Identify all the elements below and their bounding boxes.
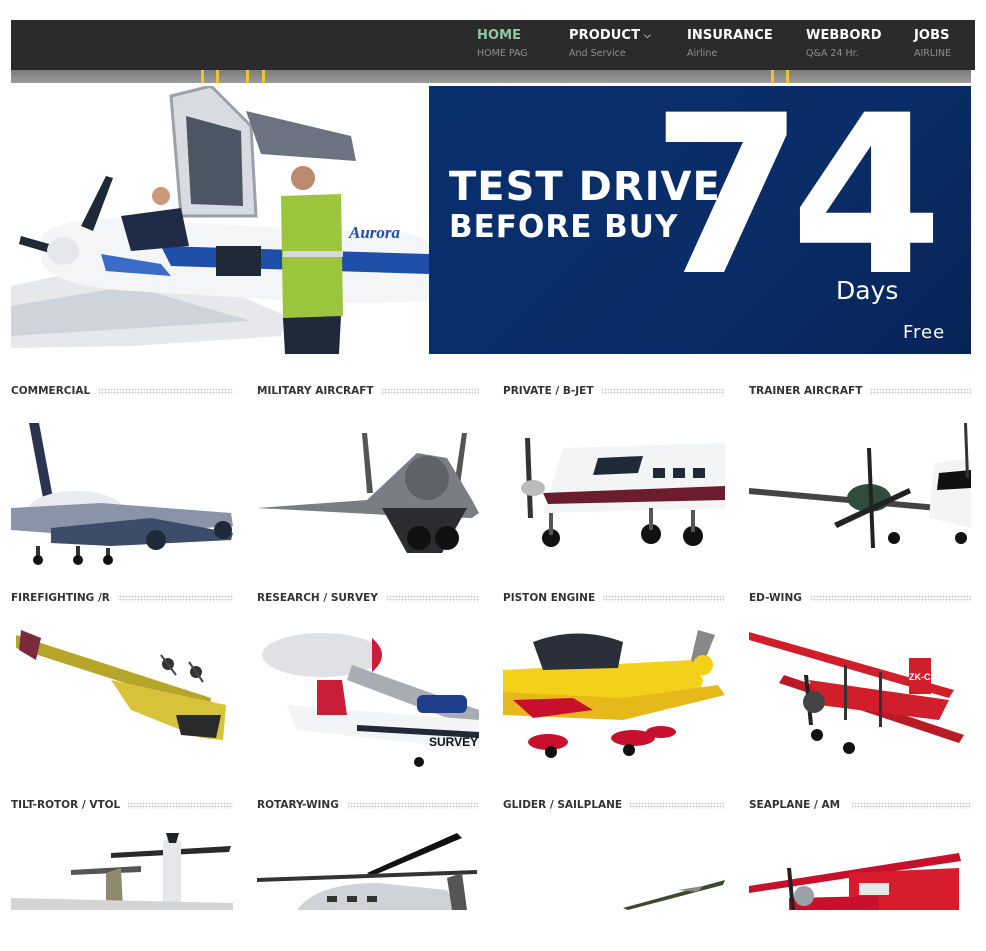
fighter-jet-icon[interactable] xyxy=(257,418,479,566)
nav-insurance-label: INSURANCE xyxy=(687,28,773,43)
nav-item-product[interactable]: PRODUCT ⌵ And Service xyxy=(569,28,651,59)
trainer-plane-icon[interactable] xyxy=(749,418,971,566)
nav-webbord-label: WEBBORD xyxy=(806,28,882,43)
category-edwing-label[interactable]: ED-WING xyxy=(749,592,971,606)
category-military-label[interactable]: MILITARY AIRCRAFT xyxy=(257,385,479,399)
hero-free-label: Free xyxy=(903,322,946,343)
survey-plane-icon[interactable]: SURVEY xyxy=(257,620,479,768)
category-seaplane-label[interactable]: SEAPLANE / AM xyxy=(749,799,971,813)
hangar-strip-image xyxy=(11,70,971,83)
chevron-down-icon: ⌵ xyxy=(644,31,651,41)
category-trainer-label[interactable]: TRAINER AIRCRAFT xyxy=(749,385,971,399)
survey-text: SURVEY xyxy=(429,735,478,749)
biplane-icon[interactable]: ZK-CAT xyxy=(749,620,971,768)
nav-item-home[interactable]: HOME HOME PAG xyxy=(477,28,528,59)
helicopter-icon[interactable] xyxy=(257,828,479,910)
private-plane-icon[interactable] xyxy=(503,418,725,566)
piston-plane-icon[interactable] xyxy=(503,620,725,768)
hero-aircraft-image: Aurora xyxy=(11,86,429,354)
registration-text: ZK-CAT xyxy=(909,672,942,682)
firefighting-plane-icon[interactable] xyxy=(11,620,233,768)
hero-promo-panel: TEST DRIVE BEFORE BUY 74 Days Free xyxy=(429,86,971,354)
nav-jobs-sub: AIRLINE xyxy=(914,48,952,59)
nav-insurance-sub: Airline xyxy=(687,48,718,59)
category-rotary-label[interactable]: ROTARY-WING xyxy=(257,799,479,813)
category-piston-label[interactable]: PISTON ENGINE xyxy=(503,592,725,606)
nav-product-sub: And Service xyxy=(569,48,626,59)
nav-home-sub: HOME PAG xyxy=(477,48,528,59)
nav-webbord-sub: Q&A 24 Hr. xyxy=(806,48,859,59)
category-tiltrotor-label[interactable]: TILT-ROTOR / VTOL xyxy=(11,799,233,813)
nav-home-label: HOME xyxy=(477,28,522,43)
nav-jobs-label: JOBS xyxy=(914,28,950,43)
hero-subheadline: BEFORE BUY xyxy=(449,209,679,245)
seaplane-icon[interactable] xyxy=(749,828,971,910)
glider-icon[interactable] xyxy=(503,828,725,910)
hero-days-label: Days xyxy=(836,276,899,305)
nav-item-jobs[interactable]: JOBS AIRLINE xyxy=(914,28,951,59)
nav-item-insurance[interactable]: INSURANCE Airline xyxy=(687,28,773,59)
hero-big-number: 74 xyxy=(651,86,943,324)
category-private-label[interactable]: PRIVATE / B-JET xyxy=(503,385,725,399)
airliner-icon[interactable] xyxy=(11,418,233,566)
category-glider-label[interactable]: GLIDER / SAILPLANE xyxy=(503,799,725,813)
nav-product-label: PRODUCT xyxy=(569,28,641,43)
category-firefighting-label[interactable]: FIREFIGHTING /R xyxy=(11,592,233,606)
tiltrotor-icon[interactable] xyxy=(11,828,233,910)
aurora-brand-text: Aurora xyxy=(348,223,401,242)
top-navbar: HOME HOME PAG PRODUCT ⌵ And Service INSUR… xyxy=(11,20,975,70)
category-commercial-label[interactable]: COMMERCIAL xyxy=(11,385,233,399)
hero-banner[interactable]: Aurora TEST DRIVE BEFORE BUY 74 Days Fre… xyxy=(11,86,971,354)
category-research-label[interactable]: RESEARCH / SURVEY xyxy=(257,592,479,606)
nav-item-webbord[interactable]: WEBBORD Q&A 24 Hr. xyxy=(806,28,882,59)
